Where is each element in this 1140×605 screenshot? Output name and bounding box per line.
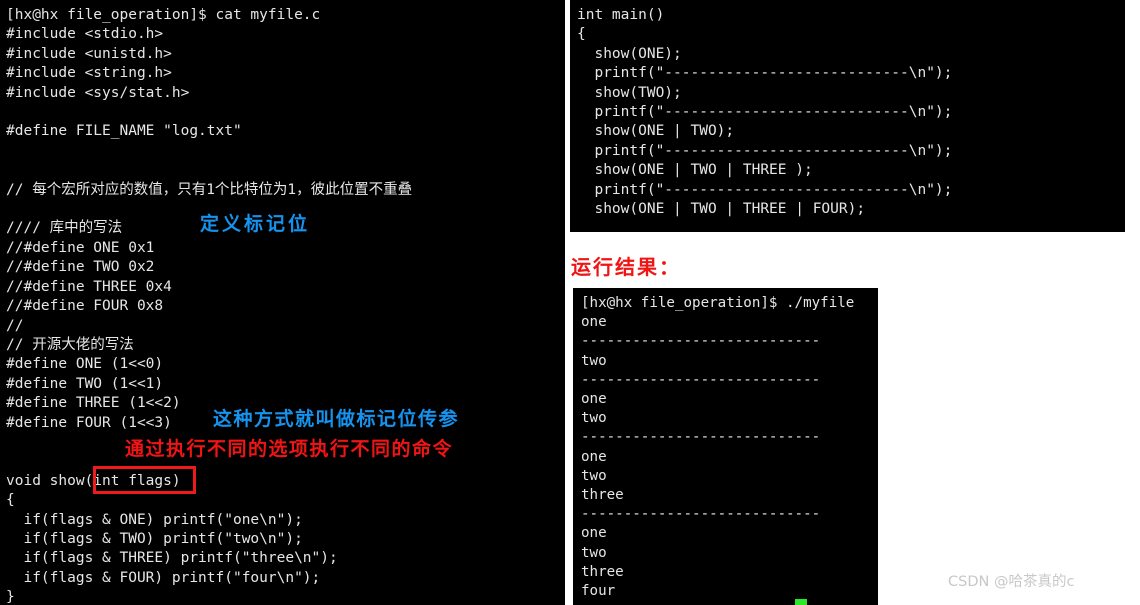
terminal-line: ---------------------------- [581,506,821,523]
terminal-line: } [6,589,15,605]
terminal-line: // [6,317,24,334]
terminal-line: one [581,391,607,408]
csdn-watermark: CSDN @哈茶真的c [948,574,1075,590]
terminal-line: { [6,492,15,509]
terminal-line: show(ONE | TWO | THREE ); [577,162,813,179]
terminal-line: if(flags & FOUR) printf("four\n"); [6,569,321,586]
terminal-line: two [581,467,607,484]
terminal-line: one [581,314,607,331]
terminal-line: two [581,544,607,561]
terminal-line: #define FILE_NAME "log.txt" [6,123,242,140]
terminal-line: two [581,352,607,369]
terminal-line: #include <string.h> [6,65,172,82]
terminal-line: if(flags & ONE) printf("one\n"); [6,511,303,528]
annotation-define-flag-bits: 定义标记位 [200,213,311,235]
terminal-line: show(ONE | TWO | THREE | FOUR); [577,201,866,218]
terminal-line: [hx@hx file_operation]$ cat myfile.c [6,7,321,23]
terminal-line: printf("----------------------------\n")… [577,142,953,159]
terminal-line: //#define TWO 0x2 [6,259,155,276]
annotation-different-options: 通过执行不同的选项执行不同的命令 [125,438,454,460]
terminal-line: ---------------------------- [581,333,821,350]
terminal-line: printf("----------------------------\n")… [577,65,953,82]
terminal-line: two [581,410,607,427]
terminal-line: #include <sys/stat.h> [6,84,190,101]
terminal-line: show(TWO); [577,84,682,101]
annotation-flag-bit-passing: 这种方式就叫做标记位传参 [213,408,460,430]
terminal-line: // 开源大佬的写法 [6,336,134,353]
terminal-line: #define TWO (1<<1) [6,375,164,392]
terminal-line: #define ONE (1<<0) [6,356,164,373]
terminal-line: //#define FOUR 0x8 [6,298,164,315]
program-output-terminal[interactable]: [hx@hx file_operation]$ ./myfile one -----… [573,288,878,605]
terminal-line: //#define THREE 0x4 [6,278,172,295]
terminal-line: ---------------------------- [581,429,821,446]
terminal-line: [hx@hx file_operation]$ ./myfile [581,295,855,311]
terminal-line: printf("----------------------------\n")… [577,181,953,198]
terminal-line: three [581,563,624,580]
terminal-line: if(flags & TWO) printf("two\n"); [6,530,303,547]
terminal-line: #include <stdio.h> [6,26,164,43]
terminal-line: three [581,487,624,504]
main-function-terminal[interactable]: int main() { show(ONE); printf("---------… [570,0,1125,232]
terminal-line: one [581,448,607,465]
terminal-line: if(flags & THREE) printf("three\n"); [6,550,338,567]
source-listing-terminal[interactable]: [hx@hx file_operation]$ cat myfile.c #inc… [0,0,565,605]
terminal-line: ---------------------------- [581,371,821,388]
terminal-line: //#define ONE 0x1 [6,239,155,256]
terminal-line: one [581,525,607,542]
terminal-line: { [577,26,586,43]
terminal-line: #include <unistd.h> [6,45,172,62]
terminal-line: four [581,583,616,600]
annotation-run-result: 运行结果： [571,255,681,279]
terminal-line: void show(int flags) [6,472,181,489]
terminal-line: show(ONE | TWO); [577,123,735,140]
terminal-line: int main() [577,7,665,23]
terminal-line: show(ONE); [577,45,682,62]
terminal-line: // 每个宏所对应的数值，只有1个比特位为1，彼此位置不重叠 [6,181,413,198]
highlight-box-int-flags [93,466,196,494]
terminal-line: printf("----------------------------\n")… [577,104,953,121]
terminal-cursor [795,599,807,605]
